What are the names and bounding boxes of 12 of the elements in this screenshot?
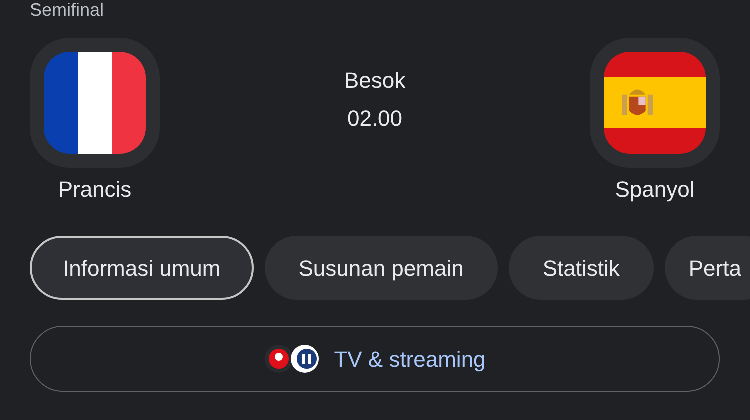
match-time: 02.00 [347, 105, 403, 133]
tab[interactable]: Statistik [508, 236, 654, 300]
spain-flag-icon [604, 52, 706, 154]
tab[interactable]: Susunan pemain [264, 236, 498, 300]
tab[interactable]: Informasi umum [30, 236, 254, 300]
stage-label: Semifinal [30, 0, 104, 20]
team-name: Prancis [58, 176, 132, 204]
team-name: Spanyol [615, 176, 695, 204]
match-day: Besok [344, 66, 406, 96]
france-flag-icon [44, 52, 146, 154]
tab[interactable]: Perta [664, 236, 750, 300]
tv-streaming-button[interactable]: TV & streaming [30, 326, 720, 392]
